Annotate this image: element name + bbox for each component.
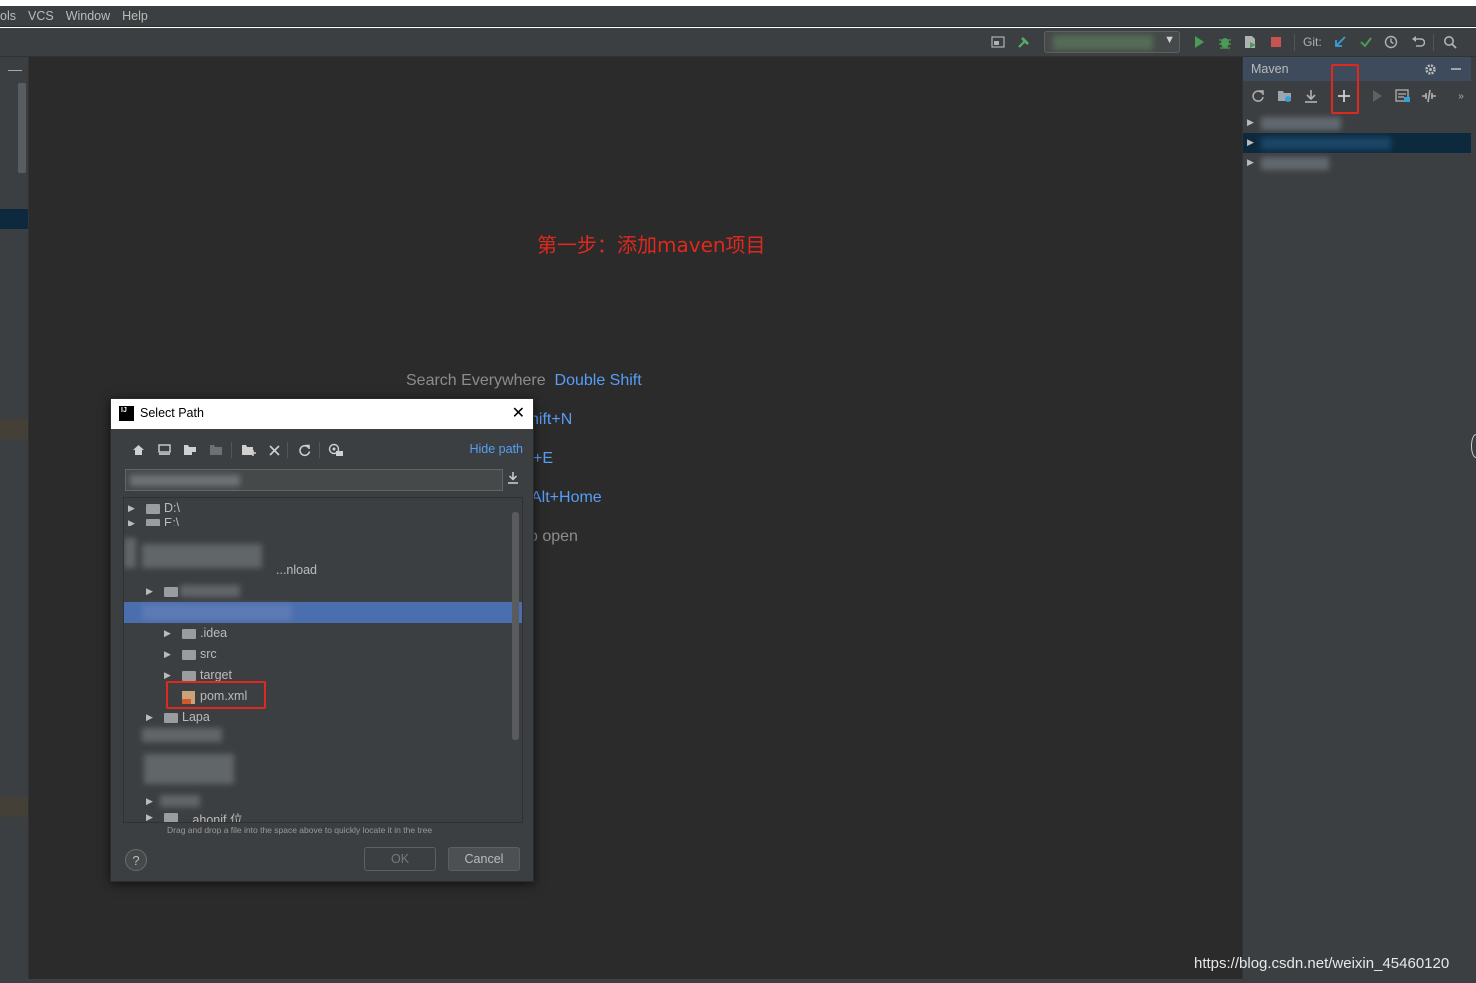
git-commit-icon[interactable] — [1356, 32, 1376, 52]
file-tree[interactable]: ▶ D:\ ▶ E:\ ...nload ▶ ▶ .idea ▶ src ▶ t… — [123, 497, 523, 823]
dialog-titlebar[interactable]: IJ Select Path ✕ — [111, 399, 533, 429]
hint-recent-files: +E — [533, 450, 554, 467]
desktop-icon[interactable] — [155, 441, 173, 459]
new-folder-icon[interactable] — [239, 441, 257, 459]
delete-icon[interactable] — [265, 441, 283, 459]
tree-row-e-drive[interactable]: ▶ E:\ — [124, 516, 522, 526]
reload-icon[interactable] — [1248, 86, 1268, 106]
edge-handle[interactable] — [1471, 434, 1476, 458]
ok-button[interactable]: OK — [364, 847, 436, 871]
stop-icon[interactable] — [1266, 32, 1286, 52]
project-folder-icon[interactable] — [181, 441, 199, 459]
menu-window[interactable]: Window — [66, 9, 110, 23]
git-update-icon[interactable] — [1330, 32, 1350, 52]
download-icon[interactable] — [1301, 86, 1321, 106]
gear-icon[interactable] — [1420, 59, 1440, 79]
refresh-icon[interactable] — [295, 441, 313, 459]
left-marker — [0, 419, 28, 439]
menu-vcs[interactable]: VCS — [28, 9, 54, 23]
left-marker — [0, 797, 28, 817]
maven-project-row[interactable]: ▶ — [1243, 153, 1472, 173]
toggle-offline-icon[interactable] — [1419, 86, 1439, 106]
download-icon[interactable] — [507, 471, 519, 487]
layout-icon[interactable] — [988, 32, 1008, 52]
tree-row-idea[interactable]: ▶ .idea — [124, 623, 522, 644]
menu-bar: ols VCS Window Help — [0, 6, 1476, 27]
generate-sources-icon[interactable] — [1275, 86, 1295, 106]
show-hidden-files-icon[interactable] — [327, 441, 345, 459]
highlight-box-pom — [166, 681, 266, 709]
tree-row-lapa[interactable]: ▶ Lapa — [124, 707, 522, 728]
run-maven-build-icon[interactable] — [1367, 86, 1387, 106]
maven-project-row[interactable]: ▶ — [1243, 113, 1472, 133]
hint-drop-files: o open — [529, 528, 578, 545]
hide-path-link[interactable]: Hide path — [469, 442, 523, 456]
tree-row-src[interactable]: ▶ src — [124, 644, 522, 665]
drag-drop-hint: Drag and drop a file into the space abov… — [167, 825, 433, 835]
search-icon[interactable] — [1440, 32, 1460, 52]
cancel-button[interactable]: Cancel — [448, 847, 520, 871]
left-selected-row — [0, 209, 28, 229]
minimize-icon[interactable]: — — [8, 61, 22, 77]
tree-row-partial[interactable]: ▶ ...ahonif 位 — [124, 811, 522, 822]
tree-row-folder[interactable]: ▶ — [124, 791, 522, 812]
history-icon[interactable] — [1381, 32, 1401, 52]
git-label: Git: — [1303, 35, 1322, 49]
right-tool-strip — [1471, 57, 1476, 979]
maven-project-row[interactable]: ▶ — [1243, 133, 1472, 153]
maven-title: Maven — [1251, 62, 1289, 76]
execute-goal-icon[interactable] — [1393, 86, 1413, 106]
home-icon[interactable] — [129, 441, 147, 459]
hide-panel-icon[interactable] — [1446, 59, 1466, 79]
menu-tools[interactable]: ols — [0, 9, 16, 23]
tree-row-folder[interactable]: ▶ — [124, 581, 522, 602]
watermark: https://blog.csdn.net/weixin_45460120 — [1194, 955, 1450, 972]
dialog-title: Select Path — [140, 406, 204, 420]
highlight-box-add — [1331, 64, 1359, 114]
hint-go-to-file: hift+N — [530, 411, 573, 428]
tree-row-download[interactable]: ...nload — [124, 560, 522, 581]
debug-icon[interactable] — [1215, 32, 1235, 52]
coverage-icon[interactable] — [1240, 32, 1260, 52]
select-path-dialog: IJ Select Path ✕ Hide path ▶ D:\ ▶ E:\ .… — [110, 398, 534, 882]
run-configuration-select[interactable]: ▼ — [1044, 31, 1180, 53]
left-tool-panel: — — [0, 57, 29, 979]
close-icon[interactable]: ✕ — [512, 403, 525, 423]
status-bar — [0, 979, 1476, 983]
rollback-icon[interactable] — [1408, 32, 1428, 52]
path-input[interactable] — [125, 469, 503, 491]
maven-panel: Maven » ▶ ▶ ▶ — [1242, 57, 1472, 979]
more-icon[interactable]: » — [1451, 86, 1471, 106]
menu-help[interactable]: Help — [122, 9, 148, 23]
build-hammer-icon[interactable] — [1014, 32, 1034, 52]
intellij-logo-icon: IJ — [119, 406, 134, 421]
annotation-text: 第一步：添加maven项目 — [537, 233, 766, 257]
help-button[interactable]: ? — [125, 849, 147, 871]
run-icon[interactable] — [1189, 32, 1209, 52]
main-toolbar: ▼ Git: — [0, 28, 1476, 57]
module-folder-icon[interactable] — [207, 441, 225, 459]
hint-navigation-bar: Alt+Home — [531, 489, 602, 506]
selected-tree-row[interactable] — [124, 602, 522, 623]
tree-scrollbar[interactable] — [512, 512, 519, 740]
hint-search-everywhere: Search Everywhere Double Shift — [406, 372, 642, 389]
left-scrollbar[interactable] — [18, 83, 26, 173]
dialog-toolbar: Hide path — [125, 439, 523, 463]
